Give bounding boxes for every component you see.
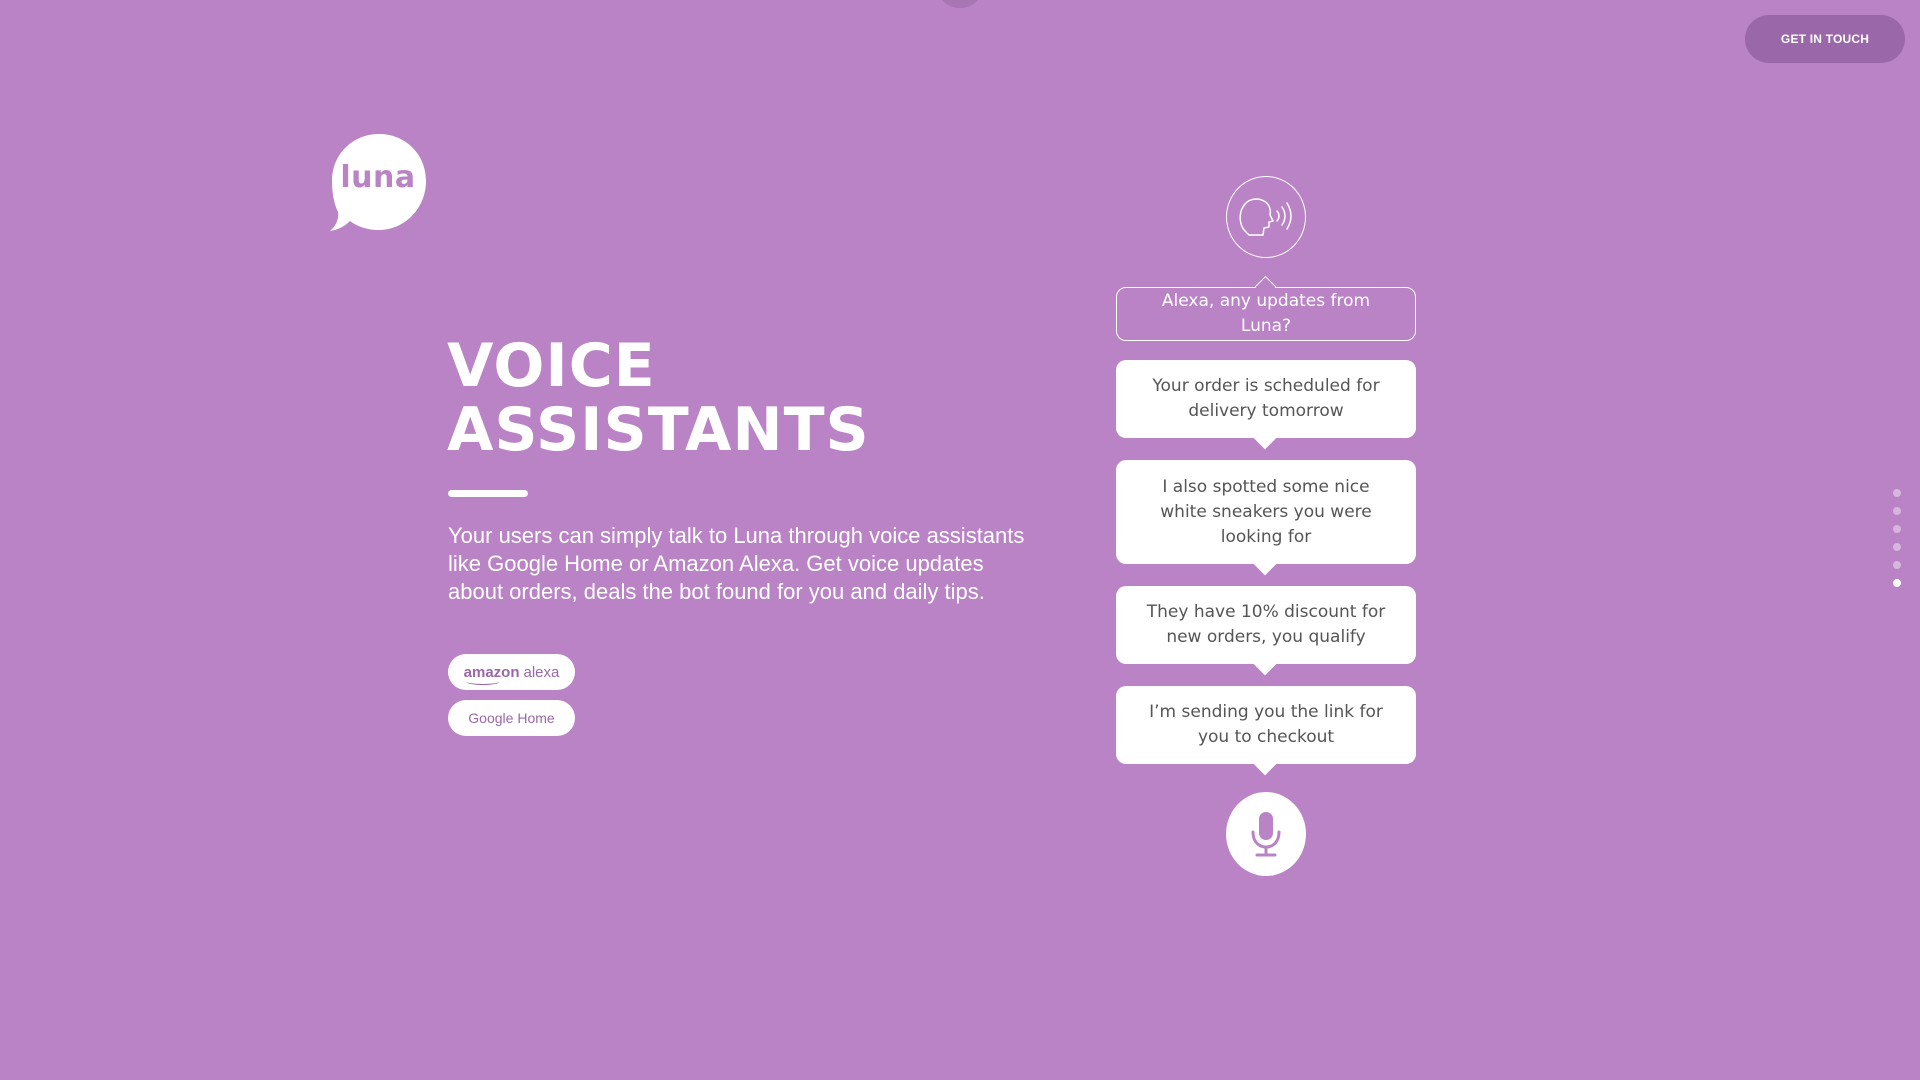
page-dot-4[interactable] bbox=[1893, 543, 1901, 551]
page-dot-3[interactable] bbox=[1893, 525, 1901, 533]
page-dot-5[interactable] bbox=[1893, 561, 1901, 569]
title-underline bbox=[448, 490, 528, 497]
luna-logo[interactable]: luna bbox=[330, 132, 428, 234]
bot-message: I also spotted some nice white sneakers … bbox=[1116, 460, 1416, 564]
bot-message: I’m sending you the link for you to chec… bbox=[1116, 686, 1416, 764]
page-dot-6-active[interactable] bbox=[1893, 579, 1901, 587]
page-dot-2[interactable] bbox=[1893, 507, 1901, 515]
alexa-wordmark: alexa bbox=[523, 663, 560, 681]
page-title: VOICE ASSISTANTS bbox=[447, 331, 870, 465]
section-pagination bbox=[1893, 489, 1903, 597]
top-scroll-tab[interactable] bbox=[940, 0, 980, 8]
bot-message: They have 10% discount for new orders, y… bbox=[1116, 586, 1416, 664]
logo-wordmark: luna bbox=[340, 160, 416, 195]
amazon-alexa-badge[interactable]: amazon alexa bbox=[448, 654, 575, 690]
page: GET IN TOUCH luna VOICE ASSISTANTS Your … bbox=[0, 0, 1920, 1080]
amazon-wordmark: amazon bbox=[464, 664, 520, 685]
amazon-smile-icon bbox=[465, 678, 500, 685]
bot-message: Your order is scheduled for delivery tom… bbox=[1116, 360, 1416, 438]
hero-description: Your users can simply talk to Luna throu… bbox=[448, 523, 1025, 604]
get-in-touch-button[interactable]: GET IN TOUCH bbox=[1745, 15, 1905, 63]
user-voice-message: Alexa, any updates from Luna? bbox=[1116, 287, 1416, 341]
speaking-head-icon bbox=[1226, 176, 1306, 258]
google-home-badge[interactable]: Google Home bbox=[448, 700, 575, 736]
microphone-button[interactable] bbox=[1226, 792, 1306, 876]
microphone-icon bbox=[1251, 812, 1281, 857]
page-dot-1[interactable] bbox=[1893, 489, 1901, 497]
